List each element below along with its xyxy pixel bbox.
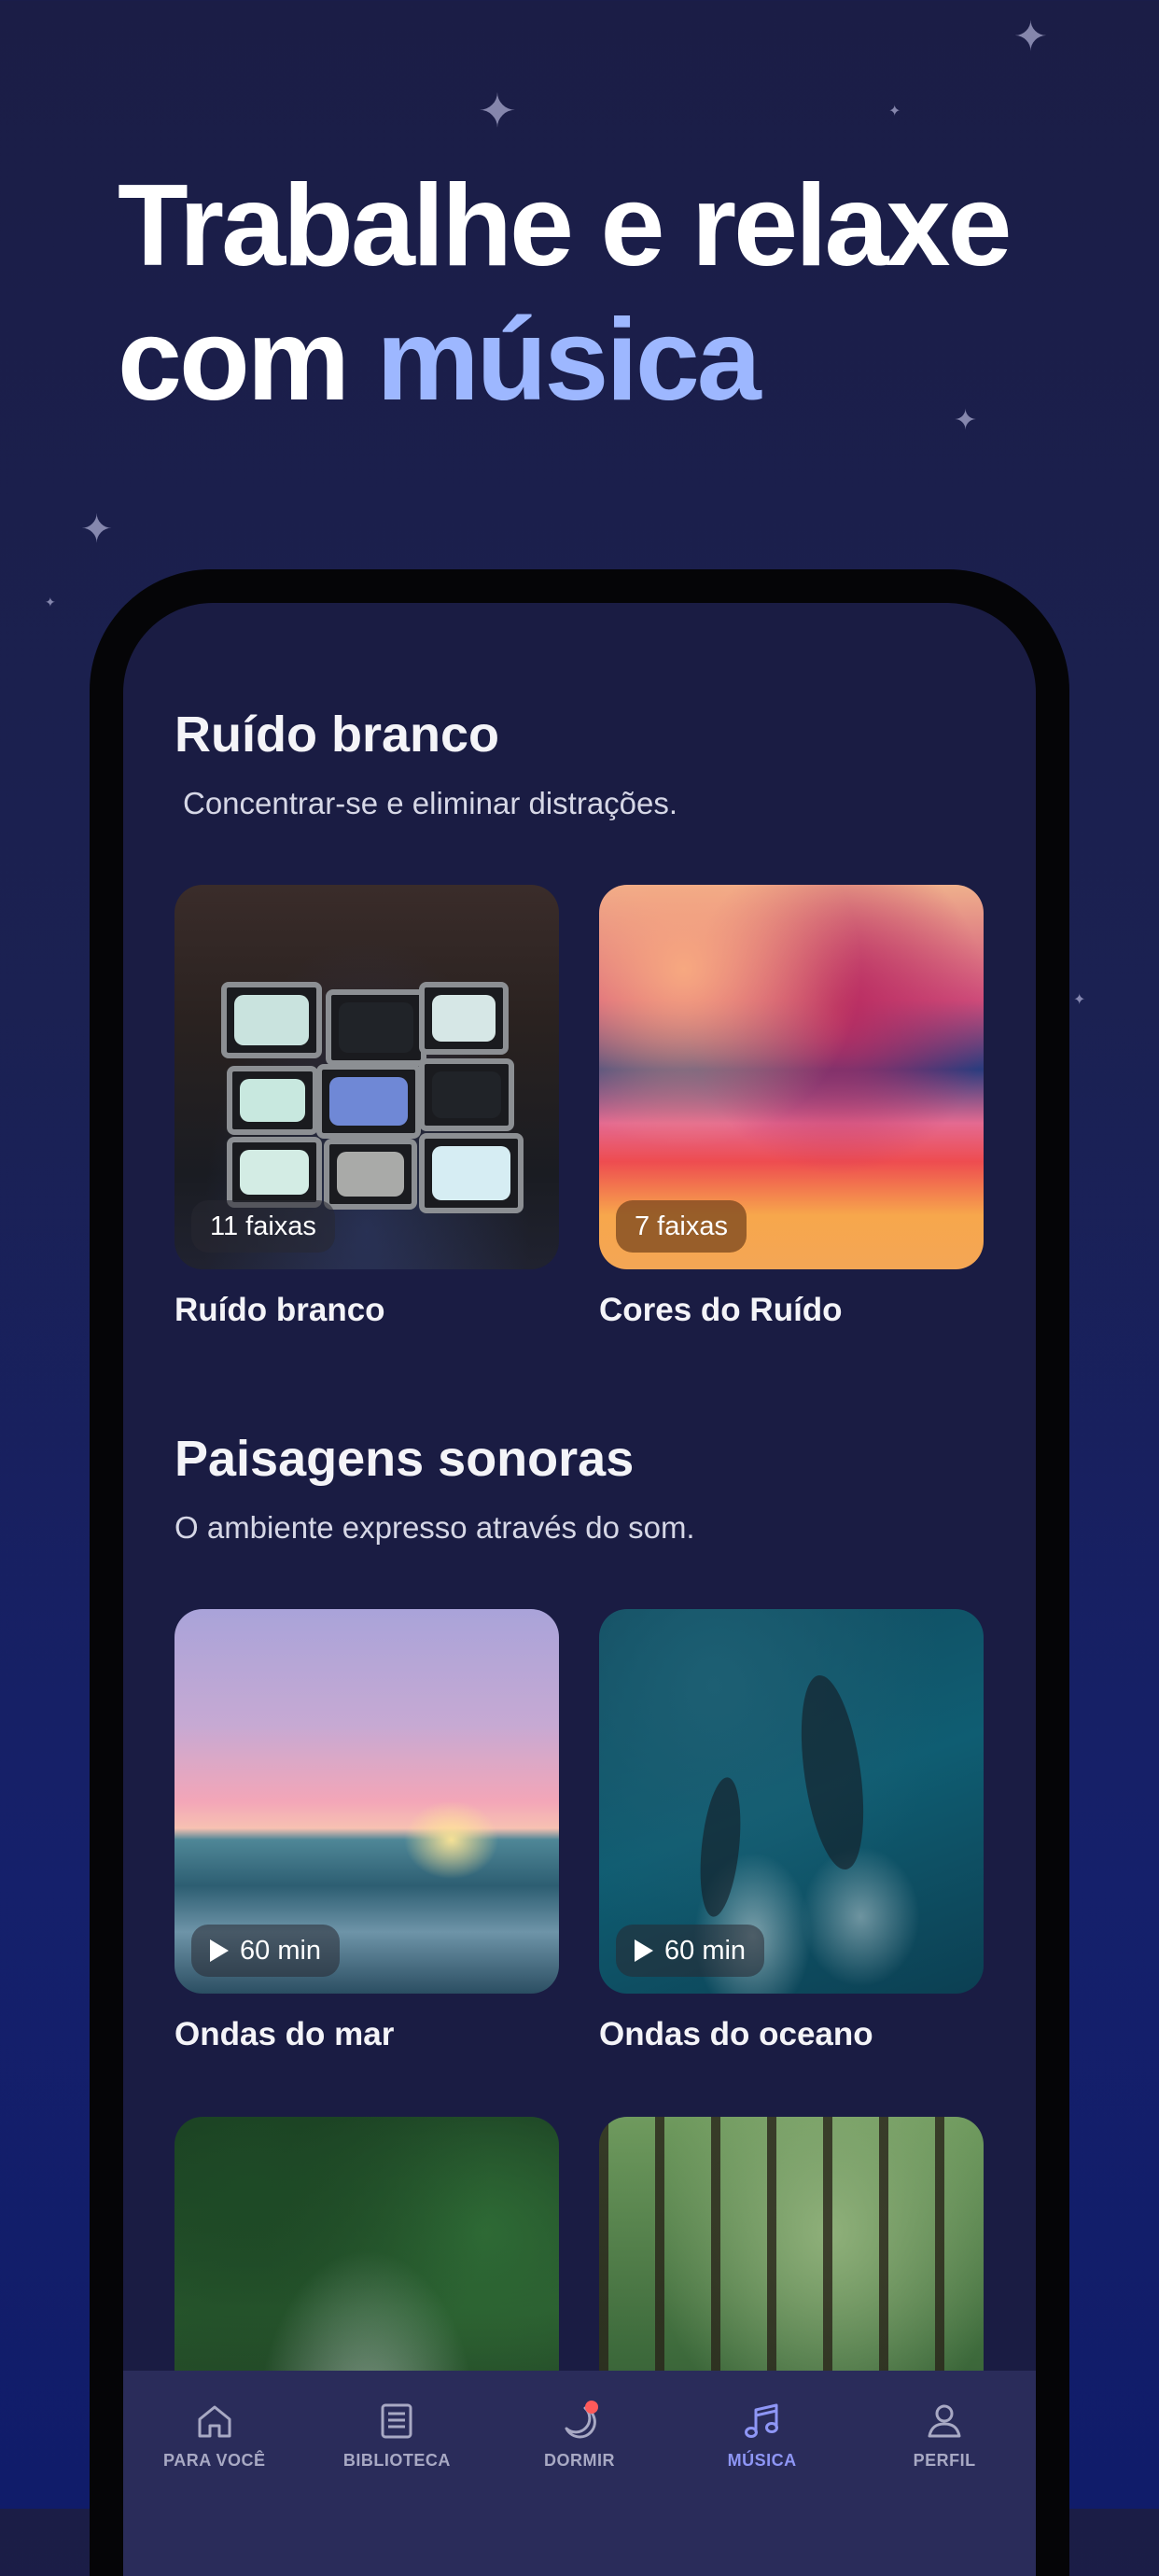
section-title-soundscapes: Paisagens sonoras [175,1431,635,1487]
whale-image-part [694,1775,747,1919]
tv-image-part [326,989,426,1066]
sparkle-icon: ✦ [80,507,114,551]
library-icon [381,2403,412,2439]
tab-label: BIBLIOTECA [342,2451,451,2470]
section-title-white-noise: Ruído branco [175,707,499,763]
sparkle-icon: ✦ [45,595,56,609]
headline-accent-word: música [376,296,761,425]
tab-label: MÚSICA [727,2451,797,2470]
tv-image-part [419,1058,514,1131]
tab-library[interactable]: BIBLIOTECA [317,2399,476,2471]
badge-label: 7 faixas [635,1211,728,1241]
duration-badge: 60 min [616,1925,765,1977]
tab-label: DORMIR [543,2451,615,2470]
app-screen: Ruído branco Concentrar-se e eliminar di… [123,603,1036,2576]
promo-headline: Trabalhe e relaxe com música [118,159,1097,427]
card-noise-colors[interactable]: 7 faixas [599,885,984,1269]
duration-badge: 60 min [191,1925,341,1977]
card-title-sea-waves[interactable]: Ondas do mar [175,2016,394,2053]
card-white-noise[interactable]: 11 faixas [175,885,559,1269]
notification-dot [584,2401,598,2414]
headline-line2-prefix: com [118,296,377,425]
section-subtitle-soundscapes: O ambiente expresso através do som. [175,1510,695,1545]
tv-image-part [324,1139,417,1210]
section-subtitle-white-noise: Concentrar-se e eliminar distrações. [183,786,678,820]
sparkle-icon: ✦ [888,104,901,119]
tab-music[interactable]: MÚSICA [683,2399,842,2471]
sparkle-icon: ✦ [1013,14,1048,60]
moon-icon [565,2401,598,2439]
person-icon [928,2404,961,2438]
sparkle-icon: ✦ [478,85,517,137]
badge-label: 60 min [240,1935,322,1966]
tv-image-part [221,982,322,1058]
home-icon [198,2405,231,2438]
tv-image-part [227,1066,318,1135]
headline-line1: Trabalhe e relaxe [118,161,1012,290]
tv-image-part [419,1133,524,1213]
card-title-ocean-waves[interactable]: Ondas do oceano [599,2016,873,2053]
play-icon [210,1939,229,1962]
track-count-badge: 11 faixas [191,1200,335,1253]
tv-image-part [227,1137,322,1208]
whale-image-part [790,1671,874,1874]
music-note-icon [744,2403,778,2438]
tab-for-you[interactable]: PARA VOCÊ [135,2399,294,2471]
card-title-white-noise[interactable]: Ruído branco [175,1292,385,1329]
badge-label: 60 min [664,1935,747,1966]
phone-frame: Ruído branco Concentrar-se e eliminar di… [90,569,1069,2576]
badge-label: 11 faixas [210,1211,316,1241]
tab-label: PARA VOCÊ [163,2451,266,2470]
sparkle-icon: ✦ [1073,992,1086,1008]
tv-image-part [316,1064,421,1139]
card-sea-waves[interactable]: 60 min [175,1609,559,1994]
track-count-badge: 7 faixas [616,1200,747,1253]
card-title-noise-colors[interactable]: Cores do Ruído [599,1292,843,1329]
tab-label: PERFIL [913,2451,976,2470]
tv-image-part [419,982,509,1055]
tab-sleep[interactable]: DORMIR [500,2399,659,2471]
card-ocean-waves[interactable]: 60 min [599,1609,984,1994]
tab-profile[interactable]: PERFIL [865,2399,1024,2471]
bottom-tab-bar: PARA VOCÊ BIBLIOTECA DORMIR MÚSICA PERFI… [123,2371,1036,2576]
play-icon [635,1939,653,1962]
